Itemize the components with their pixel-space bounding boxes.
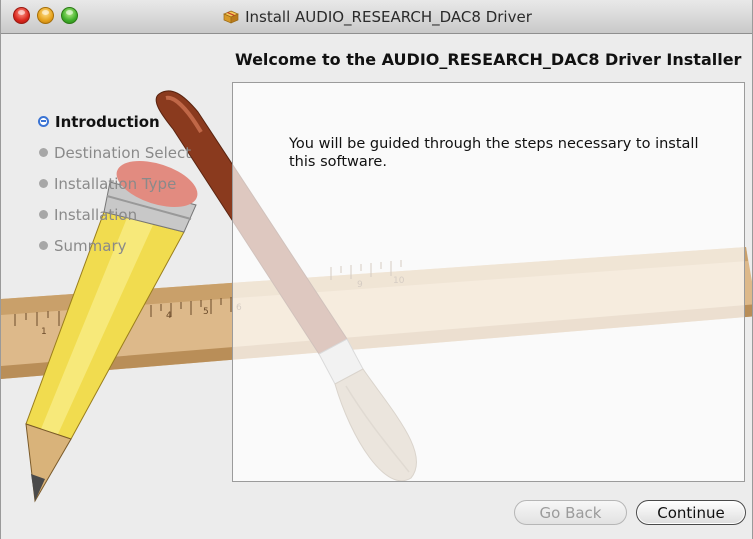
step-introduction: Introduction	[38, 106, 191, 137]
installer-window: Install AUDIO_RESEARCH_DAC8 Driver 1 4 5	[0, 0, 753, 539]
title-bar[interactable]: Install AUDIO_RESEARCH_DAC8 Driver	[1, 0, 752, 34]
ruler-number-4: 4	[166, 311, 172, 321]
continue-button[interactable]: Continue	[636, 500, 746, 525]
window-title-container: Install AUDIO_RESEARCH_DAC8 Driver	[1, 0, 752, 34]
gray-dot-icon	[39, 179, 48, 188]
step-label: Summary	[54, 236, 127, 255]
steps-sidebar: Introduction Destination Select Installa…	[38, 106, 191, 261]
window-title: Install AUDIO_RESEARCH_DAC8 Driver	[245, 8, 532, 26]
step-label: Destination Select	[54, 143, 192, 162]
ruler-number-1: 1	[41, 327, 47, 337]
radio-active-icon	[38, 116, 49, 127]
gray-dot-icon	[39, 241, 48, 250]
step-label: Installation	[54, 205, 138, 224]
page-heading: Welcome to the AUDIO_RESEARCH_DAC8 Drive…	[235, 50, 742, 69]
step-summary: Summary	[39, 230, 191, 261]
gray-dot-icon	[39, 210, 48, 219]
content-panel: You will be guided through the steps nec…	[232, 82, 745, 482]
step-installation-type: Installation Type	[39, 168, 191, 199]
package-icon	[223, 10, 239, 24]
ruler-number-5: 5	[203, 307, 209, 317]
step-destination-select: Destination Select	[39, 137, 191, 168]
gray-dot-icon	[39, 148, 48, 157]
step-label: Installation Type	[54, 174, 177, 193]
step-label: Introduction	[55, 112, 160, 131]
step-installation: Installation	[39, 199, 191, 230]
go-back-button[interactable]: Go Back	[514, 500, 627, 525]
intro-message: You will be guided through the steps nec…	[289, 136, 699, 170]
